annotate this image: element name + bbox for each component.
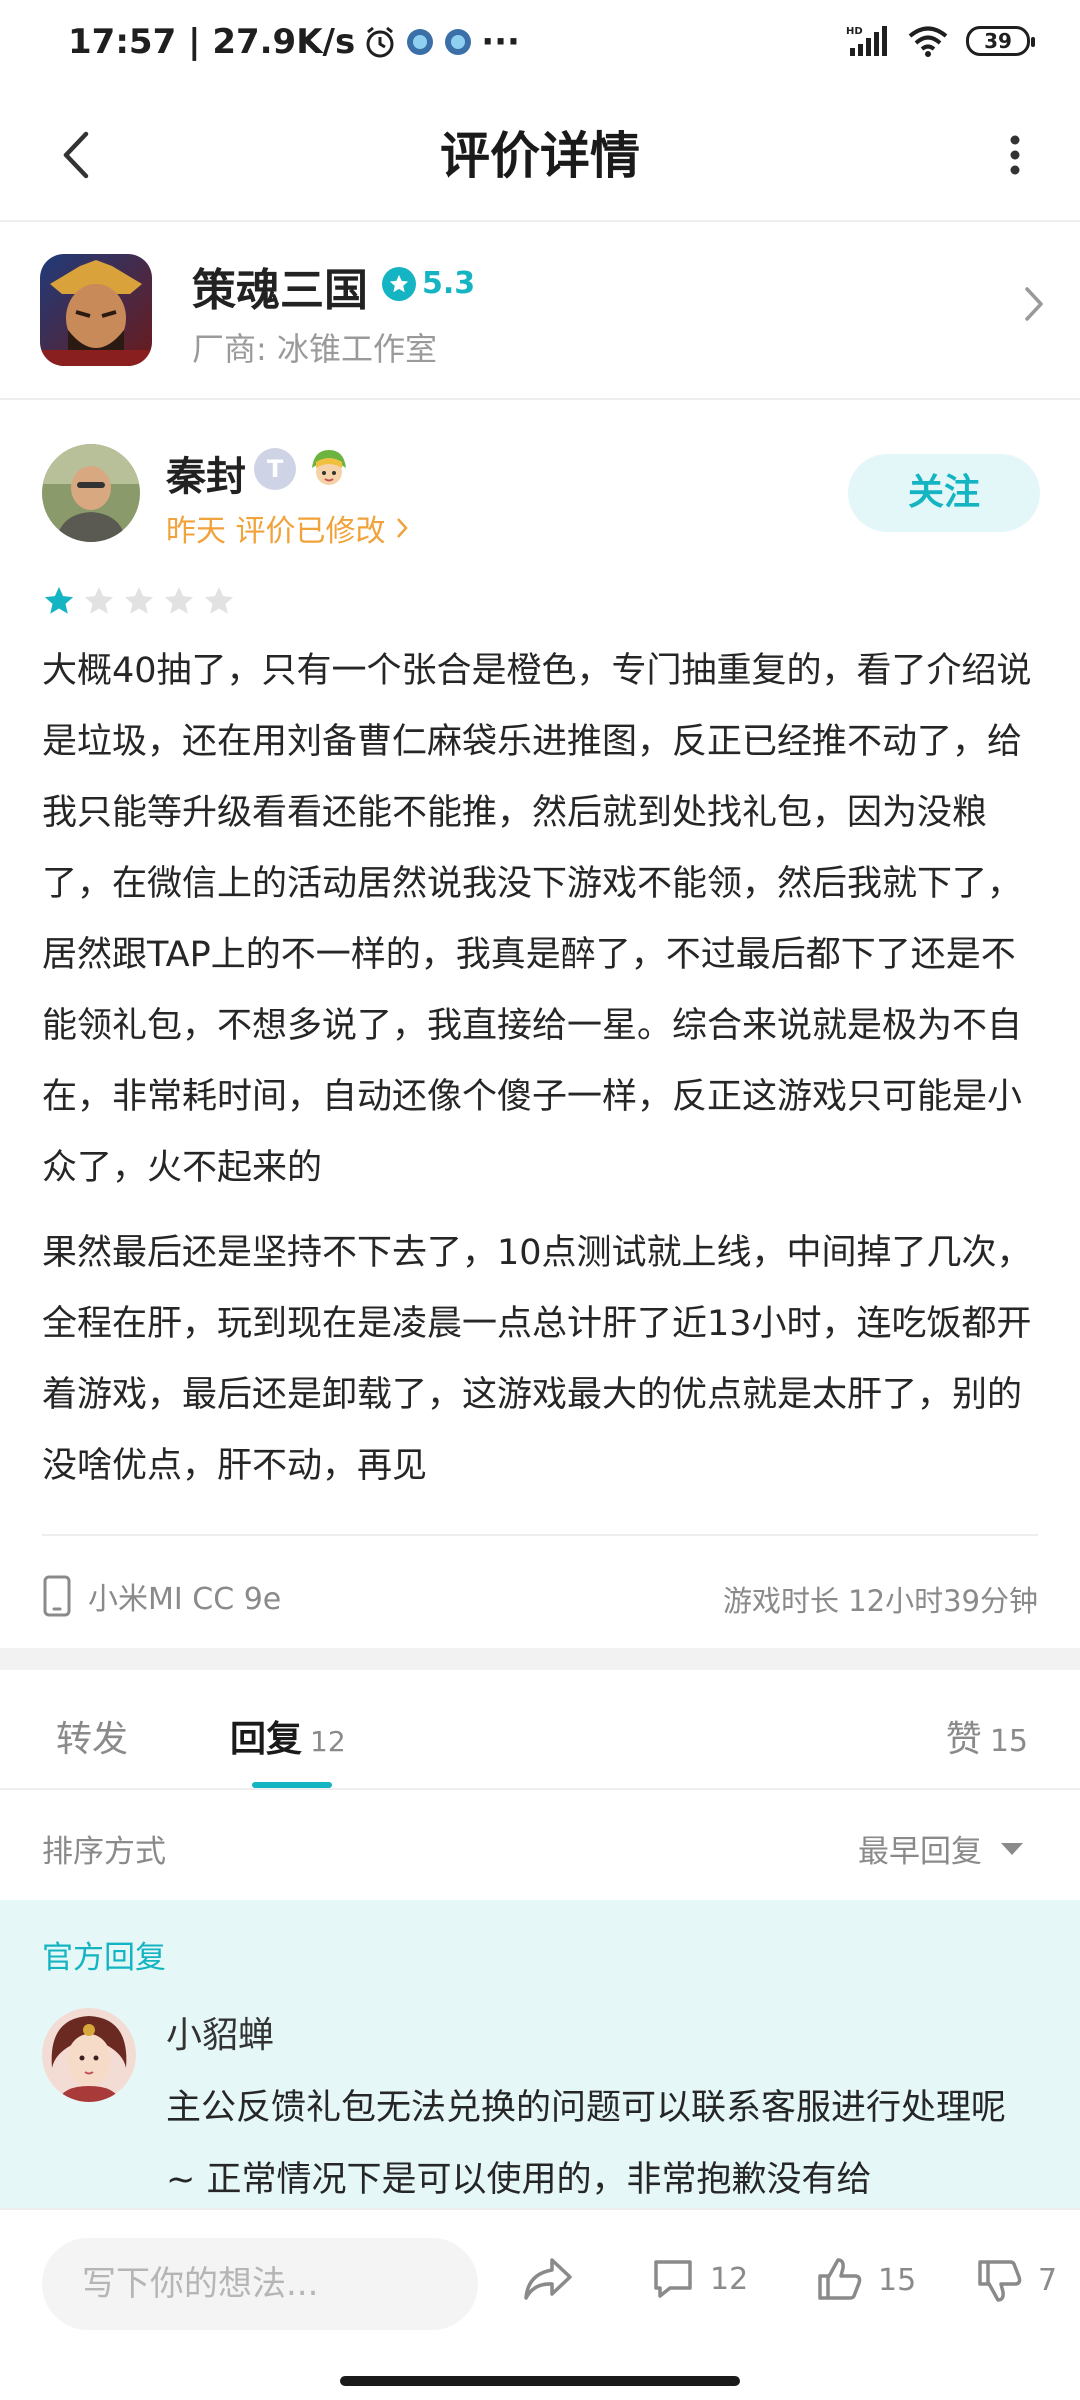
comment-button[interactable]: 12 xyxy=(650,2256,748,2302)
alarm-icon xyxy=(366,26,394,58)
battery-indicator: 39 xyxy=(966,26,1035,56)
share-icon xyxy=(524,2258,572,2300)
status-more: ··· xyxy=(481,22,520,62)
device-info: 小米MI CC 9e 游戏时长 12小时39分钟 xyxy=(42,1568,1038,1624)
game-vendor: 厂商: 冰锥工作室 xyxy=(192,330,437,368)
status-bar: 17:57 | 27.9K/s ··· HD 39 xyxy=(0,0,1080,88)
wifi-icon xyxy=(908,26,948,57)
tab-reply-label: 回复 xyxy=(230,1719,303,1760)
thumbs-down-icon xyxy=(978,2260,1022,2302)
chevron-right-icon xyxy=(396,518,408,538)
character-badge-icon xyxy=(306,446,352,492)
follow-button[interactable]: 关注 xyxy=(848,454,1040,532)
tab-bar: 转发 回复 12 赞 15 xyxy=(0,1670,1080,1790)
game-icon xyxy=(40,254,152,366)
play-time: 游戏时长 12小时39分钟 xyxy=(722,1584,1038,1618)
dislike-button[interactable]: 7 xyxy=(976,2256,1057,2304)
thumbs-up-icon xyxy=(818,2258,862,2300)
app-notification-icon xyxy=(445,29,472,55)
tab-like-label: 赞 xyxy=(945,1719,982,1760)
page-title: 评价详情 xyxy=(440,127,640,185)
more-vertical-icon xyxy=(1010,135,1020,175)
bottom-action-bar: 写下你的想法... 12 15 7 xyxy=(0,2208,1080,2358)
review-paragraph: 果然最后还是坚持不下去了，10点测试就上线，中间掉了几次，全程在肝，玩到现在是凌… xyxy=(42,1233,1032,1486)
star-empty-icon xyxy=(84,586,114,614)
reply-text: 主公反馈礼包无法兑换的问题可以联系客服进行处理呢 ~ 正常情况下是可以使用的，非… xyxy=(166,2088,1007,2200)
avatar[interactable] xyxy=(42,2008,136,2102)
reviewer-header: 秦封 T 昨天 评价已修改 关注 xyxy=(0,402,1080,572)
svg-text:HD: HD xyxy=(846,26,863,37)
game-title: 策魂三国 xyxy=(192,265,368,316)
comment-count: 12 xyxy=(710,2261,749,2297)
review-meta-text: 昨天 评价已修改 xyxy=(166,514,386,549)
section-separator xyxy=(0,1648,1080,1670)
comment-input[interactable]: 写下你的想法... xyxy=(42,2238,478,2330)
more-options-button[interactable] xyxy=(980,120,1050,190)
star-empty-icon xyxy=(124,586,154,614)
review-paragraph: 大概40抽了，只有一个张合是橙色，专门抽重复的，看了介绍说是垃圾，还在用刘备曹仁… xyxy=(42,651,1032,1188)
tab-indicator xyxy=(252,1782,332,1788)
sort-row: 排序方式 最早回复 xyxy=(0,1790,1080,1900)
comment-icon xyxy=(654,2260,692,2298)
tab-like[interactable]: 赞 15 xyxy=(946,1710,1028,1762)
star-filled-icon xyxy=(44,586,74,614)
caret-down-icon xyxy=(1001,1842,1023,1855)
top-app-bar: 评价详情 xyxy=(0,88,1080,222)
share-button[interactable] xyxy=(522,2256,574,2302)
star-empty-icon xyxy=(204,586,234,614)
divider xyxy=(42,1534,1038,1536)
status-time: 17:57 | 27.9K/s xyxy=(68,22,356,62)
game-card[interactable]: 策魂三国 5.3 厂商: 冰锥工作室 xyxy=(0,224,1080,400)
avatar[interactable] xyxy=(42,444,140,542)
reply-author: 小貂蝉 xyxy=(166,2015,275,2056)
sort-value: 最早回复 xyxy=(858,1834,982,1870)
like-button[interactable]: 15 xyxy=(816,2256,916,2304)
reviewer-name: 秦封 xyxy=(166,454,246,500)
chevron-right-icon xyxy=(1024,286,1044,326)
game-rating-value: 5.3 xyxy=(422,266,476,301)
app-notification-icon xyxy=(407,29,434,55)
review-body: 大概40抽了，只有一个张合是橙色，专门抽重复的，看了介绍说是垃圾，还在用刘备曹仁… xyxy=(42,636,1042,1502)
tab-reply-count: 12 xyxy=(310,1725,346,1758)
tab-forward[interactable]: 转发 xyxy=(56,1710,128,1762)
level-badge: T xyxy=(254,448,296,490)
device-name: 小米MI CC 9e xyxy=(88,1582,282,1617)
tab-reply[interactable]: 回复 12 xyxy=(230,1710,346,1762)
review-star-rating xyxy=(42,584,236,618)
sort-label: 排序方式 xyxy=(42,1834,166,1870)
like-count: 15 xyxy=(878,2262,917,2298)
official-reply-label: 官方回复 xyxy=(42,1940,166,1976)
star-icon xyxy=(382,266,416,301)
review-meta-link[interactable]: 昨天 评价已修改 xyxy=(166,506,408,550)
dislike-count: 7 xyxy=(1038,2262,1058,2298)
star-empty-icon xyxy=(164,586,194,614)
game-rating: 5.3 xyxy=(382,266,475,301)
phone-icon xyxy=(43,1575,71,1617)
signal-icon: HD xyxy=(846,26,887,56)
sort-dropdown[interactable]: 最早回复 xyxy=(858,1826,1024,1871)
home-indicator[interactable] xyxy=(340,2376,740,2386)
tab-like-count: 15 xyxy=(989,1724,1028,1759)
official-reply[interactable]: 官方回复 小貂蝉 主公反馈礼包无法兑换的问题可以联系客服进行处理呢 ~ 正常情况… xyxy=(0,1900,1080,2208)
